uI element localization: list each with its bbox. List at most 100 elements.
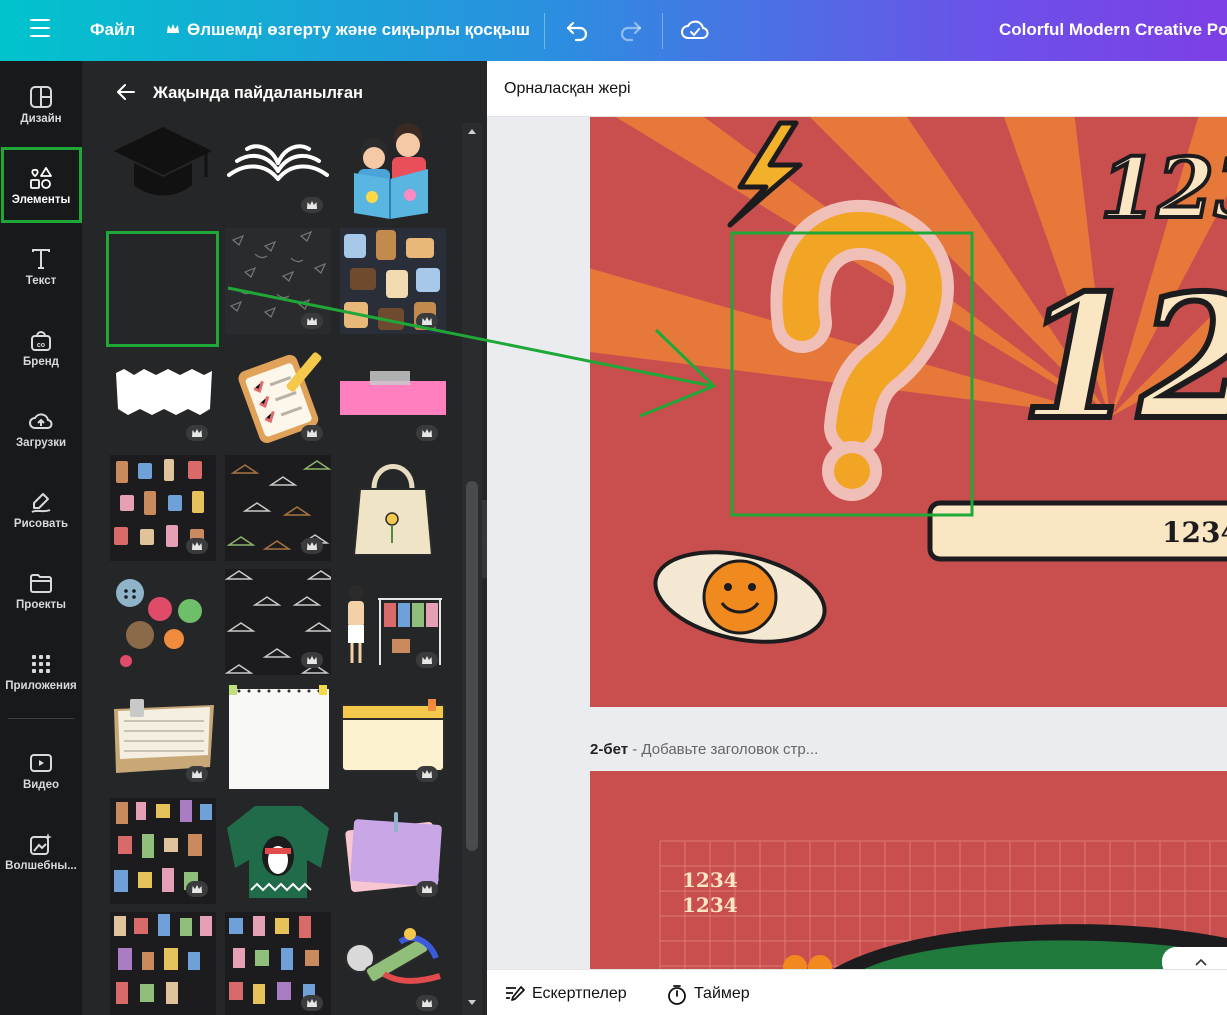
notepad-page-tile[interactable] <box>225 683 331 789</box>
rail-item-label: Волшебны... <box>5 860 77 872</box>
svg-text:1234: 1234 <box>682 893 738 917</box>
layout-icon <box>30 86 52 108</box>
cloud-saved-icon[interactable] <box>681 18 709 42</box>
rail-item-draw[interactable]: Рисовать <box>0 470 82 544</box>
premium-crown-badge <box>416 313 438 329</box>
page-2-number: 2-бет <box>590 741 629 758</box>
premium-crown-badge <box>416 995 438 1011</box>
tote-bag-tile[interactable] <box>340 455 446 561</box>
topbar-divider <box>662 13 663 49</box>
back-arrow-icon[interactable] <box>116 83 136 101</box>
rail-item-label: Проекты <box>16 599 66 611</box>
bottom-bar: Ескертпелер Таймер <box>487 969 1227 1015</box>
graduation-cap-tile[interactable] <box>110 123 216 219</box>
folder-icon <box>30 574 52 593</box>
page-2-title-hint[interactable]: - Добавьте заголовок стр... <box>632 741 818 758</box>
draw-icon <box>31 493 51 513</box>
rail-item-label: Видео <box>22 779 60 791</box>
premium-crown-badge <box>416 425 438 441</box>
notepad-icon <box>229 685 329 789</box>
premium-crown-badge <box>301 995 323 1011</box>
rail-item-label: Текст <box>25 275 57 287</box>
design-page-2[interactable]: 1234 1234 <box>590 771 1227 969</box>
svg-text:co: co <box>37 342 45 349</box>
penguin-sweater-icon <box>227 806 329 898</box>
premium-crown-badge <box>301 197 323 213</box>
top-bar: Файл Өлшемді өзгерту және сиқырлы қосқыш… <box>0 0 1227 61</box>
upload-cloud-icon <box>29 413 53 429</box>
resize-magic-switch[interactable]: Өлшемді өзгерту және сиқырлы қосқыш <box>187 20 530 40</box>
premium-crown-badge <box>416 652 438 668</box>
selection-highlight <box>106 231 219 347</box>
penguin-sweater-tile[interactable] <box>225 798 331 904</box>
scrollbar-thumb[interactable] <box>466 481 478 851</box>
page-number-badge: 1234 <box>1162 516 1227 549</box>
rail-item-label: Загрузки <box>15 437 67 449</box>
rail-item-apps[interactable]: Приложения <box>0 632 82 706</box>
rail-item-projects[interactable]: Проекты <box>0 551 82 625</box>
rail-item-label: Бренд <box>23 356 59 368</box>
rail-item-brand[interactable]: co Бренд <box>0 308 82 382</box>
left-rail: Дизайн Элементы Текст co Бренд Загрузки <box>0 61 82 1015</box>
topbar-divider <box>544 13 545 49</box>
rail-item-text[interactable]: Текст <box>0 227 82 301</box>
buttons-tile[interactable] <box>110 569 216 675</box>
buttons-icon <box>116 579 202 667</box>
page-2-label: 2-бет - Добавьте заголовок стр... <box>590 741 818 758</box>
page-heading-large: 123 <box>1020 258 1227 458</box>
rail-item-label: Дизайн <box>20 113 62 125</box>
brand-icon: co <box>31 331 51 351</box>
premium-crown-badge <box>301 313 323 329</box>
menu-icon[interactable] <box>30 19 50 41</box>
apps-grid-icon <box>32 655 50 673</box>
scroll-up-icon[interactable] <box>467 127 477 135</box>
rail-divider <box>8 718 74 719</box>
svg-text:1234: 1234 <box>682 868 738 892</box>
chevron-up-icon[interactable] <box>1195 958 1207 966</box>
graduation-cap-icon <box>114 127 212 196</box>
rail-item-label: Рисовать <box>13 518 69 530</box>
scroll-down-icon[interactable] <box>467 999 477 1007</box>
rail-item-design[interactable]: Дизайн <box>0 65 82 139</box>
timer-icon <box>668 985 686 1005</box>
kids-reading-tile[interactable] <box>340 123 446 219</box>
redo-icon[interactable] <box>617 17 643 43</box>
clothing-pattern <box>114 914 212 1004</box>
notes-icon <box>506 986 525 1001</box>
premium-crown-badge <box>301 425 323 441</box>
premium-crown-badge <box>186 766 208 782</box>
page-1-artwork: 123 123 1234 <box>590 117 1227 644</box>
rail-item-uploads[interactable]: Загрузки <box>0 389 82 463</box>
timer-label: Таймер <box>694 985 750 1002</box>
crown-icon <box>167 24 179 33</box>
rail-item-elements[interactable]: Элементы <box>0 146 82 223</box>
premium-crown-badge <box>301 538 323 554</box>
undo-icon[interactable] <box>565 17 591 43</box>
panel-header: Жақында пайдаланылған <box>82 61 487 123</box>
premium-crown-badge <box>186 425 208 441</box>
canvas-area: Орналасқан жері 12 1 123 2-бет - Добавьт… <box>487 61 1227 969</box>
premium-crown-badge <box>186 881 208 897</box>
page-heading-small: 123 <box>1100 141 1227 237</box>
tote-bag-icon <box>352 464 434 556</box>
location-bar: Орналасқан жері <box>487 61 1227 117</box>
rail-item-video[interactable]: Видео <box>0 731 82 805</box>
rail-item-label: Приложения <box>5 680 77 692</box>
text-icon <box>32 249 50 269</box>
location-label: Орналасқан жері <box>504 80 631 97</box>
rail-item-magic[interactable]: Волшебны... <box>0 812 82 886</box>
file-menu[interactable]: Файл <box>90 20 135 40</box>
document-title[interactable]: Colorful Modern Creative Port <box>999 20 1227 40</box>
premium-crown-badge <box>186 538 208 554</box>
elements-panel: Жақында пайдаланылған <box>82 61 487 1015</box>
rail-item-label: Элементы <box>11 194 71 206</box>
magic-icon <box>30 833 52 855</box>
design-page-1[interactable]: 123 123 1234 <box>590 117 1227 707</box>
notes-label: Ескертпелер <box>532 985 627 1002</box>
panel-title: Жақында пайдаланылған <box>153 84 363 102</box>
premium-crown-badge <box>416 766 438 782</box>
premium-crown-badge <box>301 652 323 668</box>
clothing-pattern-2-tile[interactable] <box>110 912 216 1015</box>
premium-crown-badge <box>416 881 438 897</box>
shapes-icon <box>30 167 52 189</box>
